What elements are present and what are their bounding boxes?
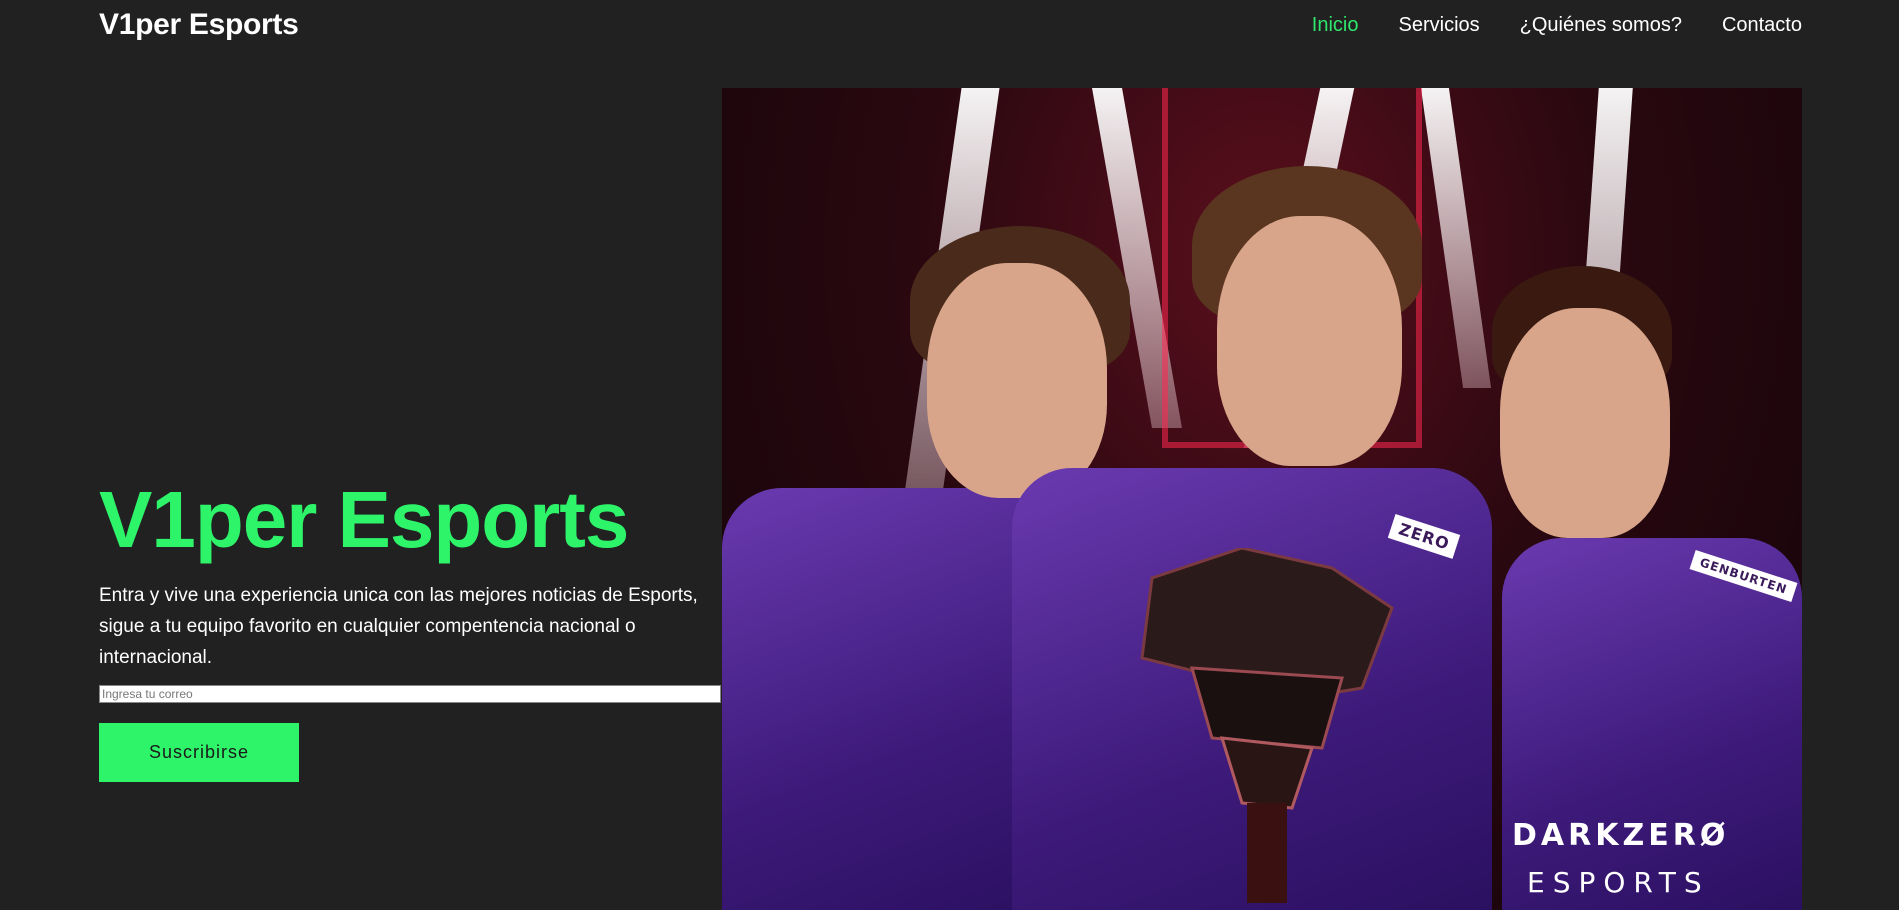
hero-title: V1per Esports	[99, 475, 629, 564]
main-nav: Inicio Servicios ¿Quiénes somos? Contact…	[1312, 14, 1802, 37]
hero-image: DARKZERØ ESPORTS GENBURTEN ZERO	[722, 88, 1802, 910]
subscribe-button[interactable]: Suscribirse	[99, 723, 299, 782]
trophy-icon	[1140, 548, 1394, 903]
site-header: V1per Esports Inicio Servicios ¿Quiénes …	[0, 0, 1899, 56]
jersey-text: DARKZERØ	[1512, 818, 1730, 853]
player-face	[1500, 308, 1670, 538]
nav-servicios[interactable]: Servicios	[1399, 14, 1480, 37]
player-jersey	[1502, 538, 1802, 910]
stage-light	[1420, 88, 1492, 388]
nav-inicio[interactable]: Inicio	[1312, 14, 1359, 37]
hero-section: V1per Esports Entra y vive una experienc…	[99, 470, 721, 782]
player-jersey	[722, 488, 1062, 910]
jersey-text: ESPORTS	[1527, 866, 1710, 899]
hero-description: Entra y vive una experiencia unica con l…	[99, 585, 698, 668]
nav-quienes-somos[interactable]: ¿Quiénes somos?	[1520, 14, 1682, 37]
nav-contacto[interactable]: Contacto	[1722, 14, 1802, 37]
site-logo[interactable]: V1per Esports	[99, 8, 299, 42]
player-face	[927, 263, 1107, 498]
email-input[interactable]	[99, 685, 721, 703]
player-face	[1217, 216, 1402, 466]
